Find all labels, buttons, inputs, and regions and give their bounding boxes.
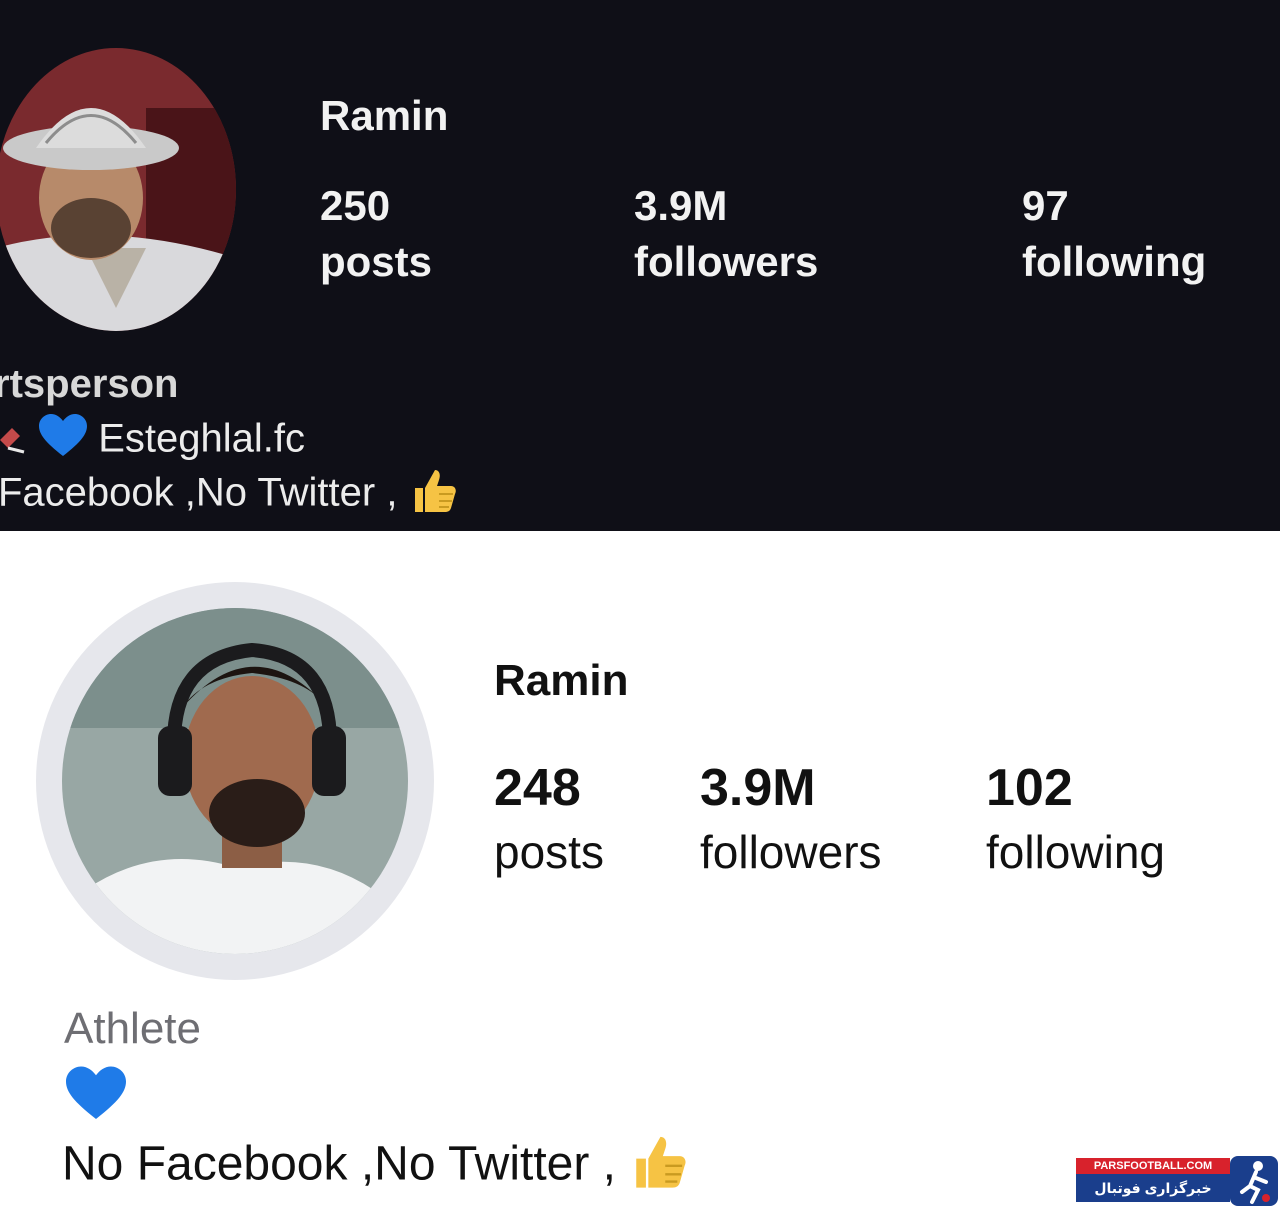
following-stat[interactable]: 102 following [986,756,1165,884]
profile-category: rtsperson [0,362,179,406]
posts-stat[interactable]: 248 posts [494,756,604,884]
bio-line-2: Facebook ,No Twitter , [0,466,457,524]
profile-avatar-light[interactable] [62,608,408,954]
posts-count: 250 [320,182,391,229]
following-label: following [1022,238,1207,285]
bio-line: No Facebook ,No Twitter , [62,1132,687,1202]
posts-label: posts [494,826,604,878]
profile-username: Ramin [494,656,629,705]
bio-line-1: Esteghlal.fc [0,414,305,468]
following-count: 97 [1022,182,1069,229]
followers-stat[interactable]: 3.9M followers [634,178,818,290]
profile-username: Ramin [320,92,449,139]
football-player-icon [1230,1156,1278,1206]
following-stat[interactable]: 97 following [1022,178,1206,290]
bio-club-text: Esteghlal.fc [98,416,306,461]
followers-label: followers [634,238,819,285]
following-label: following [986,826,1165,878]
followers-label: followers [700,826,882,878]
watermark-site: PARSFOOTBALL.COM [1076,1158,1230,1174]
bio-social-text: No Facebook ,No Twitter , [62,1137,617,1191]
posts-count: 248 [494,759,581,817]
profile-category: Athlete [64,1004,201,1053]
followers-stat[interactable]: 3.9M followers [700,756,882,884]
posts-label: posts [320,238,433,285]
parsfootball-watermark: PARSFOOTBALL.COM خبرگزاری فوتبال ایران [1076,1156,1280,1224]
blue-heart-icon [66,1066,126,1127]
flower-icon [0,419,28,464]
following-count: 102 [986,759,1073,817]
posts-stat[interactable]: 250 posts [320,178,432,290]
profile-avatar-dark[interactable] [0,48,236,331]
bio-social-text: Facebook ,No Twitter , [0,470,398,515]
thumbs-up-icon [629,1132,687,1202]
thumbs-up-icon [409,466,457,524]
followers-count: 3.9M [634,182,728,229]
followers-count: 3.9M [700,759,816,817]
watermark-tagline: خبرگزاری فوتبال ایران [1076,1174,1230,1224]
blue-heart-icon [39,414,88,468]
dark-profile-screenshot: Ramin 250 posts 3.9M followers 97 follow… [0,0,1280,531]
